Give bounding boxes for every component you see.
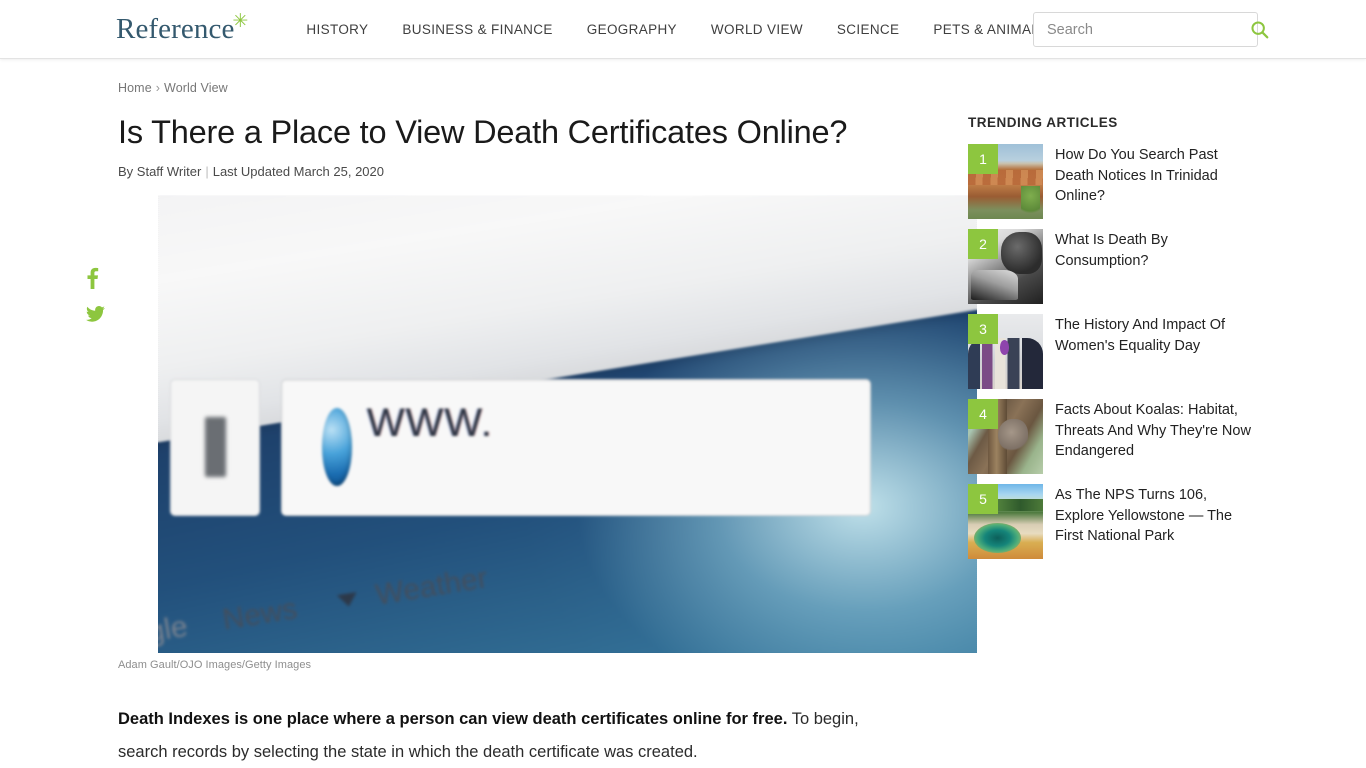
trending-title-2[interactable]: What Is Death By Consumption? — [1055, 229, 1256, 304]
trending-rank-badge-5: 5 — [968, 484, 998, 514]
trending-articles-heading: TRENDING ARTICLES — [968, 115, 1118, 130]
trending-rank-badge-3: 3 — [968, 314, 998, 344]
trending-rank-badge-2: 2 — [968, 229, 998, 259]
trending-item-2[interactable]: 2 What Is Death By Consumption? — [968, 229, 1256, 304]
trending-thumbnail-1: 1 — [968, 144, 1043, 219]
asterisk-icon: ✳ — [232, 10, 249, 32]
article-body-lead: Death Indexes is one place where a perso… — [118, 710, 788, 729]
trending-thumbnail-4: 4 — [968, 399, 1043, 474]
page-body: Home › World View Is There a Place to View… — [0, 59, 1366, 768]
trending-thumbnail-3: 3 — [968, 314, 1043, 389]
site-header: Reference ✳ HISTORY BUSINESS & FINANCE GE… — [0, 0, 1366, 59]
hero-address-bar — [280, 378, 871, 516]
hero-image: WWW. oogle NewsWeather — [158, 195, 977, 654]
search-box[interactable] — [1033, 12, 1269, 47]
breadcrumb-home[interactable]: Home — [118, 81, 152, 95]
article-column: Home › World View Is There a Place to View… — [86, 71, 977, 768]
byline: By Staff Writer | Last Updated March 25, 2… — [118, 164, 938, 179]
article-body-paragraph: Death Indexes is one place where a perso… — [118, 703, 908, 768]
sidebar: TRENDING ARTICLES 1 How Do You Search Pa… — [968, 71, 1256, 768]
search-input[interactable] — [1034, 21, 1244, 38]
trending-title-4[interactable]: Facts About Koalas: Habitat, Threats And… — [1055, 399, 1256, 474]
twitter-share-icon[interactable] — [86, 306, 105, 322]
content-row: Home › World View Is There a Place to View… — [0, 71, 1366, 768]
hero-toolbar-chip — [170, 378, 261, 516]
chevron-down-icon — [337, 591, 359, 608]
trending-item-5[interactable]: 5 As The NPS Turns 106, Explore Yellowst… — [968, 484, 1256, 559]
facebook-share-icon[interactable] — [86, 267, 105, 289]
trending-title-5[interactable]: As The NPS Turns 106, Explore Yellowston… — [1055, 484, 1256, 559]
nav-item-world-view[interactable]: WORLD VIEW — [694, 16, 820, 43]
byline-divider: | — [205, 164, 209, 180]
breadcrumb: Home › World View — [118, 81, 938, 95]
byline-updated: Last Updated March 25, 2020 — [212, 164, 384, 180]
trending-title-3[interactable]: The History And Impact Of Women's Equali… — [1055, 314, 1256, 389]
breadcrumb-separator: › — [155, 81, 161, 95]
breadcrumb-world-view[interactable]: World View — [164, 81, 228, 95]
nav-item-business-finance[interactable]: BUSINESS & FINANCE — [385, 16, 569, 43]
search-icon — [1251, 21, 1269, 39]
trending-rank-badge-4: 4 — [968, 399, 998, 429]
nav-item-geography[interactable]: GEOGRAPHY — [570, 16, 694, 43]
search-button[interactable] — [1244, 13, 1275, 46]
trending-item-4[interactable]: 4 Facts About Koalas: Habitat, Threats A… — [968, 399, 1256, 474]
trending-title-1[interactable]: How Do You Search Past Death Notices In … — [1055, 144, 1256, 219]
image-credit: Adam Gault/OJO Images/Getty Images — [118, 659, 312, 672]
page-title: Is There a Place to View Death Certifica… — [118, 114, 848, 150]
trending-rank-badge-1: 1 — [968, 144, 998, 174]
nav-item-science[interactable]: SCIENCE — [820, 16, 916, 43]
primary-navigation: HISTORY BUSINESS & FINANCE GEOGRAPHY WOR… — [289, 16, 1065, 43]
globe-icon — [321, 408, 353, 487]
site-logo[interactable]: Reference ✳ — [116, 10, 249, 45]
site-logo-text: Reference — [116, 12, 235, 45]
social-share-rail — [86, 267, 105, 322]
hero-address-text: WWW. — [366, 401, 494, 446]
trending-thumbnail-5: 5 — [968, 484, 1043, 559]
trending-item-3[interactable]: 3 The History And Impact Of Women's Equa… — [968, 314, 1256, 389]
trending-thumbnail-2: 2 — [968, 229, 1043, 304]
trending-item-1[interactable]: 1 How Do You Search Past Death Notices I… — [968, 144, 1256, 219]
nav-item-history[interactable]: HISTORY — [289, 16, 385, 43]
byline-author: By Staff Writer — [118, 164, 202, 180]
